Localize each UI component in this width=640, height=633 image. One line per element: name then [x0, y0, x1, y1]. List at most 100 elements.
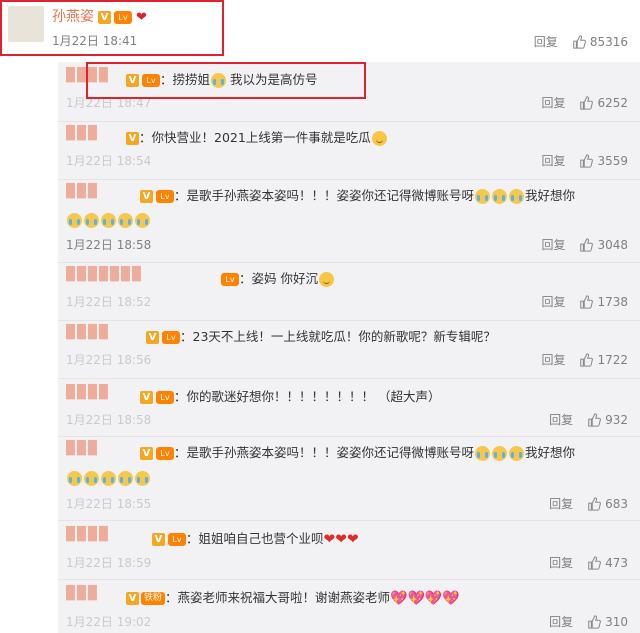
like-count: 683 [605, 496, 628, 511]
verified-badge-icon: V [140, 391, 153, 404]
like-count: 473 [605, 555, 628, 570]
like-button[interactable]: 683 [587, 497, 628, 511]
like-count: 3559 [597, 153, 628, 168]
like-button[interactable]: 932 [587, 413, 628, 427]
reply-timestamp: 1月22日 19:02 [66, 615, 152, 629]
like-count: 1722 [597, 352, 628, 367]
fan-badge: 铁粉 [141, 592, 166, 605]
thumbs-up-icon [580, 352, 594, 367]
reply-text: V ：你快营业！2021上线第一件事就是吃瓜 [122, 127, 388, 146]
reply-text: V Lv ：是歌手孙燕姿本姿吗！！！姿姿你还记得微博账号呀 我好想你 [136, 185, 575, 204]
like-count: 932 [605, 412, 628, 427]
smile-emoji-icon [318, 272, 334, 287]
reply-actions: 回复 310 [549, 613, 628, 630]
reply-button[interactable]: 回复 [541, 351, 565, 368]
like-count: 310 [605, 614, 628, 629]
sparkle-heart-icon: 💖 [424, 590, 443, 607]
thumbs-up-icon [573, 34, 586, 49]
crying-emoji-icon [492, 446, 508, 461]
reply-item: ▉▉▉ V 铁粉 ：燕姿老师来祝福大哥啦！谢谢燕姿老师💖💖💖💖 1月22日 19:0… [58, 580, 640, 633]
reply-timestamp: 1月22日 18:52 [66, 295, 152, 309]
emoji-row [66, 468, 151, 487]
thumbs-up-icon [580, 294, 594, 309]
reply-timestamp: 1月22日 18:55 [66, 497, 152, 511]
verified-badge-icon: V [140, 190, 153, 203]
reply-button[interactable]: 回复 [549, 613, 573, 630]
like-count: 85316 [589, 34, 628, 49]
crying-emoji-icon [475, 189, 491, 204]
reply-actions: 回复 1722 [541, 351, 628, 368]
reply-actions: 回复 473 [549, 554, 628, 571]
crying-emoji-icon [101, 213, 116, 228]
reply-timestamp: 1月22日 18:58 [66, 238, 152, 252]
reply-username[interactable]: ▉▉▉▉ [66, 325, 110, 340]
highlight-box-reply [86, 62, 366, 99]
like-button[interactable]: 85316 [572, 35, 628, 49]
crying-emoji-icon [492, 189, 508, 204]
reply-timestamp: 1月22日 18:59 [66, 556, 152, 570]
emoji-row [66, 210, 151, 229]
crying-emoji-icon [67, 471, 82, 486]
like-button[interactable]: 1738 [579, 295, 628, 309]
reply-username[interactable]: ▉▉▉▉ [66, 527, 110, 542]
reply-button[interactable]: 回复 [549, 495, 573, 512]
thumbs-up-icon [580, 153, 594, 168]
sparkle-heart-icon: 💖 [390, 590, 408, 607]
reply-text: V Lv ：你的歌迷好想你！！！！！！！！ （超大声） [136, 386, 440, 405]
level-badge-icon: Lv [168, 533, 186, 546]
verified-badge-icon: V [140, 447, 153, 460]
reply-username[interactable]: ▉▉▉ [66, 126, 99, 141]
reply-button[interactable]: 回复 [541, 236, 565, 253]
verified-badge-icon: V [152, 533, 165, 546]
reply-username[interactable]: ▉▉▉▉ [66, 385, 110, 400]
reply-button[interactable]: 回复 [549, 411, 573, 428]
like-button[interactable]: 3048 [579, 238, 628, 252]
thumbs-up-icon [588, 412, 601, 427]
like-button[interactable]: 473 [587, 556, 628, 570]
like-button[interactable]: 310 [587, 615, 628, 629]
reply-item: ▉▉▉ V Lv ：是歌手孙燕姿本姿吗！！！姿姿你还记得微博账号呀 我好想你 1月22… [58, 437, 640, 521]
like-button[interactable]: 6252 [579, 96, 628, 110]
crying-emoji-icon [509, 446, 525, 461]
crying-emoji-icon [84, 471, 99, 486]
smile-emoji-icon [371, 131, 387, 146]
level-badge-icon: Lv [156, 447, 174, 460]
crying-emoji-icon [135, 471, 150, 486]
level-badge-icon: Lv [156, 391, 174, 404]
reply-item: ▉▉▉ V Lv ：是歌手孙燕姿本姿吗！！！姿姿你还记得微博账号呀 我好想你 1月22… [58, 180, 640, 264]
level-badge-icon: Lv [221, 273, 239, 286]
crying-emoji-icon [475, 446, 491, 461]
reply-username[interactable]: ▉▉▉ [66, 586, 99, 601]
reply-actions: 回复 3048 [541, 236, 628, 253]
like-button[interactable]: 1722 [579, 353, 628, 367]
reply-actions: 回复 6252 [541, 94, 628, 111]
reply-button[interactable]: 回复 [541, 94, 565, 111]
reply-text: V 铁粉 ：燕姿老师来祝福大哥啦！谢谢燕姿老师💖💖💖💖 [122, 587, 460, 607]
thumbs-up-icon [588, 614, 601, 629]
reply-button[interactable]: 回复 [534, 33, 558, 50]
reply-username[interactable]: ▉▉▉ [66, 441, 99, 456]
reply-actions: 回复 683 [549, 495, 628, 512]
like-count: 3048 [597, 237, 628, 252]
heart-icon: ❤ [323, 531, 336, 548]
crying-emoji-icon [67, 213, 82, 228]
reply-button[interactable]: 回复 [549, 554, 573, 571]
reply-actions: 回复 3559 [541, 152, 628, 169]
thumbs-up-icon [588, 555, 601, 570]
reply-username[interactable]: ▉▉▉ [66, 184, 99, 199]
thumbs-up-icon [580, 237, 594, 252]
reply-item: ▉▉▉▉ V Lv ：你的歌迷好想你！！！！！！！！ （超大声） 1月22日 18:… [58, 379, 640, 437]
reply-text: V Lv ：是歌手孙燕姿本姿吗！！！姿姿你还记得微博账号呀 我好想你 [136, 442, 575, 461]
sparkle-heart-icon: 💖 [442, 590, 460, 607]
like-count: 1738 [597, 294, 628, 309]
reply-button[interactable]: 回复 [541, 152, 565, 169]
crying-emoji-icon [101, 471, 116, 486]
main-actions: 回复 85316 [534, 33, 628, 50]
reply-timestamp: 1月22日 18:56 [66, 353, 152, 367]
reply-username[interactable]: ▉▉▉▉▉▉▉ [66, 267, 143, 282]
reply-button[interactable]: 回复 [541, 293, 565, 310]
reply-actions: 回复 1738 [541, 293, 628, 310]
reply-item: ▉▉▉▉ V Lv ：姐姐咱自己也营个业呗❤❤❤ 1月22日 18:59 回复 473 [58, 521, 640, 579]
level-badge-icon: Lv [156, 190, 174, 203]
like-button[interactable]: 3559 [579, 154, 628, 168]
